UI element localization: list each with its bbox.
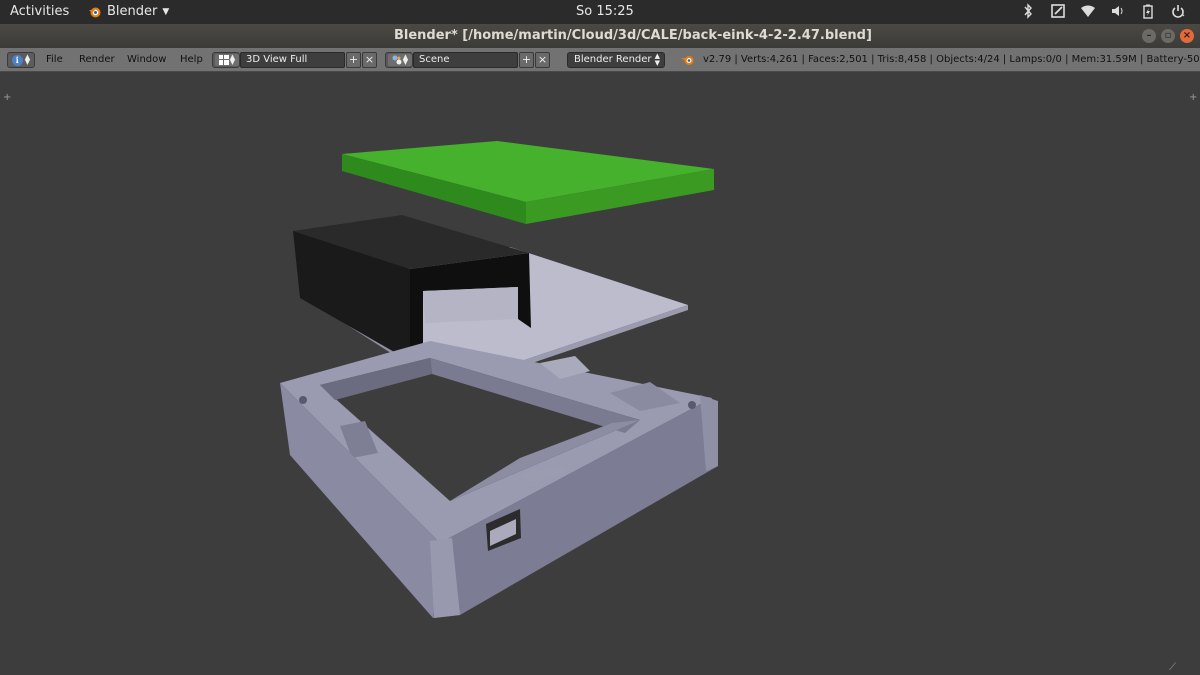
menu-window[interactable]: Window xyxy=(127,54,166,65)
info-icon: i xyxy=(11,54,23,66)
scene-selector[interactable]: ▲ ▼ xyxy=(385,52,413,68)
render-engine-label: Blender Render xyxy=(574,54,652,65)
updown-arrows-icon: ▲ ▼ xyxy=(24,53,31,66)
menu-file[interactable]: File xyxy=(46,54,63,65)
editor-type-selector[interactable]: i ▲ ▼ xyxy=(7,52,35,68)
notes-icon[interactable] xyxy=(1050,3,1066,19)
app-menu[interactable]: Blender ▼ xyxy=(88,4,169,19)
blender-logo-icon xyxy=(681,56,694,65)
power-icon[interactable] xyxy=(1170,3,1186,19)
menu-help[interactable]: Help xyxy=(180,54,203,65)
case-bottom-object[interactable] xyxy=(280,341,718,618)
bluetooth-icon[interactable] xyxy=(1020,3,1036,19)
battery-icon[interactable] xyxy=(1140,3,1156,19)
system-top-bar: Activities Blender ▼ So 15:25 xyxy=(0,0,1200,24)
volume-icon[interactable] xyxy=(1110,3,1126,19)
screen-layout-selector[interactable]: ▲ ▼ xyxy=(212,52,240,68)
window-title-bar[interactable]: Blender* [/home/martin/Cloud/3d/CALE/bac… xyxy=(0,24,1200,48)
screen-layout-name-field[interactable]: 3D View Full xyxy=(240,52,345,68)
app-menu-label: Blender xyxy=(107,4,158,19)
close-button[interactable]: × xyxy=(1180,29,1194,43)
blender-logo-icon xyxy=(89,7,101,17)
remove-screen-button[interactable]: × xyxy=(362,52,377,68)
info-header: i ▲ ▼ File Render Window Help ▲ ▼ 3D View … xyxy=(0,48,1200,72)
window-controls: – ▫ × xyxy=(1142,29,1194,43)
3d-viewport[interactable]: + + ⟋ xyxy=(0,73,1200,675)
3d-scene xyxy=(280,141,718,618)
add-scene-button[interactable]: + xyxy=(519,52,534,68)
render-engine-selector[interactable]: Blender Render ▲ ▼ xyxy=(567,52,665,68)
clock[interactable]: So 15:25 xyxy=(576,4,634,19)
scene-name-field[interactable]: Scene xyxy=(413,52,518,68)
chevron-down-icon: ▼ xyxy=(162,6,170,17)
layout-grid-icon: ▲ ▼ xyxy=(215,54,239,66)
scene-icon: ▲ ▼ xyxy=(388,54,412,66)
add-screen-button[interactable]: + xyxy=(346,52,361,68)
window-title: Blender* [/home/martin/Cloud/3d/CALE/bac… xyxy=(394,28,872,43)
maximize-button[interactable]: ▫ xyxy=(1161,29,1175,43)
system-tray xyxy=(1020,3,1186,19)
remove-scene-button[interactable]: × xyxy=(535,52,550,68)
updown-arrows-icon: ▲ ▼ xyxy=(654,52,660,67)
minimize-button[interactable]: – xyxy=(1142,29,1156,43)
green-lid-object[interactable] xyxy=(342,141,714,224)
wifi-icon[interactable] xyxy=(1080,3,1096,19)
scene-statistics: v2.79 | Verts:4,261 | Faces:2,501 | Tris… xyxy=(703,54,1200,65)
menu-render[interactable]: Render xyxy=(79,54,115,65)
activities-button[interactable]: Activities xyxy=(10,4,69,19)
